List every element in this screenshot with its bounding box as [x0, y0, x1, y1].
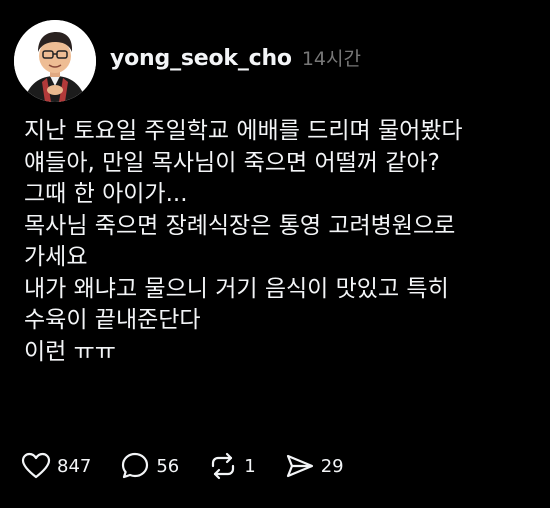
post-body-line: 지난 토요일 주일학교 에배를 드리며 물어봤다 — [24, 118, 463, 144]
comment-bubble-icon — [122, 452, 149, 479]
action-bar: 847 56 1 29 — [20, 448, 372, 484]
post-body-line: 그때 한 아이가... — [24, 181, 188, 207]
heart-icon — [21, 452, 51, 479]
thread-post: yong_seok_cho 14시간 지난 토요일 주일학교 에배를 드리며 물… — [0, 0, 550, 508]
post-body-line: 얘들아, 만일 목사님이 죽으면 어떨꺼 같아? — [24, 149, 440, 176]
comment-count: 56 — [156, 455, 180, 477]
post-body-line: 이런 ㅠㅠ — [24, 338, 116, 365]
username[interactable]: yong_seok_cho — [110, 46, 292, 71]
send-icon — [286, 454, 313, 478]
share-count: 29 — [320, 455, 344, 477]
repost-button[interactable]: 1 — [207, 450, 256, 482]
post-header: yong_seok_cho 14시간 — [110, 44, 361, 78]
like-button[interactable]: 847 — [20, 450, 91, 482]
timestamp: 14시간 — [301, 48, 361, 70]
repost-icon — [212, 452, 235, 480]
post-body-line: 목사님 죽으면 장례식장은 통영 고려병원으로 — [24, 212, 456, 239]
like-count: 847 — [57, 455, 92, 477]
repost-count: 1 — [244, 455, 256, 477]
avatar[interactable] — [14, 20, 96, 102]
post-body: 지난 토요일 주일학교 에배를 드리며 물어봤다 얘들아, 만일 목사님이 죽으… — [24, 116, 544, 368]
avatar-illustration — [14, 20, 96, 102]
share-button[interactable]: 29 — [284, 450, 344, 482]
post-body-line: 내가 왜냐고 물으니 거기 음식이 맛있고 특히 — [24, 275, 449, 302]
post-body-line: 가세요 — [24, 244, 88, 270]
comment-button[interactable]: 56 — [119, 450, 179, 482]
post-body-line: 수육이 끝내준단다 — [24, 307, 201, 333]
